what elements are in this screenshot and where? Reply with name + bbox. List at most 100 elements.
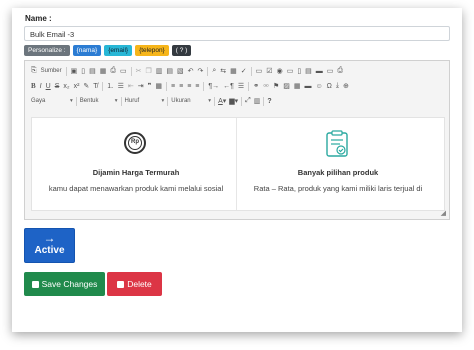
outdent-icon[interactable]: ⇤ (128, 82, 134, 90)
feature-title: Dijamin Harga Termurah (92, 168, 180, 177)
rich-text-editor: ⎘ Sumber ▣ ▯ ▤ ▦ ⎙ ▭ ✂ ❐ ▥ ▤ ▧ ↶ ↷ ⌕ ⇆ ▦… (24, 60, 450, 220)
source-icon[interactable]: ⎘ (31, 67, 37, 75)
indent-icon[interactable]: ⇥ (138, 82, 144, 90)
align-center-icon[interactable]: ≡ (179, 83, 183, 90)
link-icon[interactable]: ⚭ (253, 82, 259, 90)
personalize-tags: Personalize : {nama} {email} {telepon} (… (24, 45, 192, 56)
pagebreak-icon[interactable]: ⤓ (336, 82, 339, 90)
toolbar-separator (75, 96, 77, 106)
source-button[interactable]: Sumber (41, 68, 62, 74)
undo-icon[interactable]: ↶ (188, 67, 194, 75)
tag-telepon[interactable]: {telepon} (135, 45, 169, 56)
remove-format-icon[interactable]: T̸ (93, 83, 97, 90)
radio-icon[interactable]: ◉ (277, 67, 283, 75)
feature-column: Banyak pilihan produk Rata – Rata, produ… (238, 118, 438, 210)
paste-icon[interactable]: ▥ (156, 67, 163, 75)
toolbar-separator (248, 81, 250, 91)
styles-dropdown[interactable]: Gaya (31, 98, 67, 104)
bg-color-icon[interactable]: ▆▾ (229, 97, 238, 105)
maximize-icon[interactable]: ⤢ (245, 97, 251, 105)
align-left-icon[interactable]: ≡ (171, 83, 175, 90)
tag-help[interactable]: ( ? ) (171, 45, 192, 56)
document-icon[interactable]: ▭ (120, 67, 127, 75)
toolbar-separator (207, 66, 209, 76)
form-icon[interactable]: ▭ (256, 67, 263, 75)
redo-icon[interactable]: ↷ (198, 67, 204, 75)
chevron-down-icon[interactable]: ▾ (162, 98, 165, 104)
ltr-icon[interactable]: ¶→ (208, 83, 219, 90)
show-blocks-icon[interactable]: ▥ (254, 97, 261, 105)
active-toggle-button[interactable]: → Active (24, 228, 75, 263)
new-page-icon[interactable]: ▯ (81, 67, 85, 75)
delete-button[interactable]: Delete (107, 272, 162, 296)
save-icon[interactable]: ▣ (71, 67, 78, 75)
find-icon[interactable]: ⌕ (212, 67, 216, 75)
rupiah-coin-text: Rp (128, 136, 142, 150)
button-icon[interactable]: ▬ (316, 68, 323, 75)
name-input[interactable]: Bulk Email -3 (24, 26, 450, 41)
font-dropdown[interactable]: Huruf (125, 98, 159, 104)
toolbar-separator (203, 81, 205, 91)
bold-icon[interactable]: B (31, 82, 36, 90)
select-all-icon[interactable]: ▦ (230, 67, 237, 75)
print-icon[interactable]: ⎙ (110, 67, 116, 75)
templates-icon[interactable]: ▦ (100, 67, 107, 75)
toolbar-separator (120, 96, 122, 106)
table-icon[interactable]: ▦ (294, 82, 301, 90)
rtl-icon[interactable]: ←¶ (223, 83, 234, 90)
paste-word-icon[interactable]: ▧ (177, 67, 184, 75)
toolbar-separator (250, 66, 252, 76)
resize-handle-icon[interactable]: ◢ (441, 209, 446, 217)
imagebutton-icon[interactable]: ▭ (327, 67, 334, 75)
underline-icon[interactable]: U (46, 83, 51, 90)
iframe-icon[interactable]: ⊕ (343, 82, 349, 90)
strike-icon[interactable]: S (55, 83, 60, 90)
delete-label: Delete (127, 279, 152, 289)
editor-content-area[interactable]: Rp Dijamin Harga Termurah kamu dapat men… (31, 117, 445, 211)
tag-email[interactable]: {email} (104, 45, 133, 56)
size-dropdown[interactable]: Ukuran (171, 98, 205, 104)
image-icon[interactable]: ▨ (283, 82, 290, 90)
toolbar-row-2: B I U S x₂ x² ✎ T̸ ⒈ ☰ ⇤ ⇥ ❞ ▦ ≡ ≡ ≡ ≡ ¶… (31, 80, 349, 92)
cut-icon[interactable]: ✂ (136, 67, 142, 75)
textfield-icon[interactable]: ▭ (287, 67, 294, 75)
smiley-icon[interactable]: ☺ (315, 83, 322, 90)
feature-description: Rata – Rata, produk yang kami miliki lar… (253, 184, 423, 193)
numbered-list-icon[interactable]: ⒈ (107, 81, 114, 91)
feature-description: kamu dapat menawarkan produk kami melalu… (48, 184, 224, 193)
text-color-icon[interactable]: A▾ (218, 97, 226, 105)
toolbar-separator (130, 66, 132, 76)
justify-icon[interactable]: ≡ (195, 83, 199, 90)
div-icon[interactable]: ▦ (155, 82, 162, 90)
paste-text-icon[interactable]: ▤ (166, 67, 173, 75)
copy-format-icon[interactable]: ✎ (83, 82, 89, 90)
format-dropdown[interactable]: Bentuk (80, 98, 112, 104)
chevron-down-icon[interactable]: ▾ (115, 98, 118, 104)
chevron-down-icon[interactable]: ▾ (208, 98, 211, 104)
save-changes-button[interactable]: Save Changes (24, 272, 105, 296)
select-icon[interactable]: ▤ (305, 67, 312, 75)
hline-icon[interactable]: ▬ (304, 83, 311, 90)
spellcheck-icon[interactable]: ✓ (241, 67, 247, 75)
language-icon[interactable]: ☰ (238, 82, 244, 90)
unlink-icon[interactable]: ⚮ (263, 82, 269, 90)
hiddenfield-icon[interactable]: ⎙ (337, 67, 343, 75)
subscript-icon[interactable]: x₂ (63, 83, 69, 90)
preview-icon[interactable]: ▤ (89, 67, 96, 75)
align-right-icon[interactable]: ≡ (187, 83, 191, 90)
toolbar-separator (214, 96, 216, 106)
textarea-icon[interactable]: ▯ (297, 67, 301, 75)
replace-icon[interactable]: ⇆ (220, 67, 226, 75)
italic-icon[interactable]: I (40, 83, 42, 90)
copy-icon[interactable]: ❐ (145, 67, 151, 75)
toolbar-separator (166, 81, 168, 91)
special-char-icon[interactable]: Ω (327, 83, 332, 90)
bulleted-list-icon[interactable]: ☰ (118, 82, 124, 90)
anchor-icon[interactable]: ⚑ (273, 82, 279, 90)
blockquote-icon[interactable]: ❞ (148, 82, 152, 90)
help-button[interactable]: ? (267, 98, 271, 105)
checkbox-icon[interactable]: ☑ (266, 67, 272, 75)
chevron-down-icon[interactable]: ▾ (70, 98, 73, 104)
superscript-icon[interactable]: x² (74, 83, 80, 90)
tag-nama[interactable]: {nama} (72, 45, 102, 56)
